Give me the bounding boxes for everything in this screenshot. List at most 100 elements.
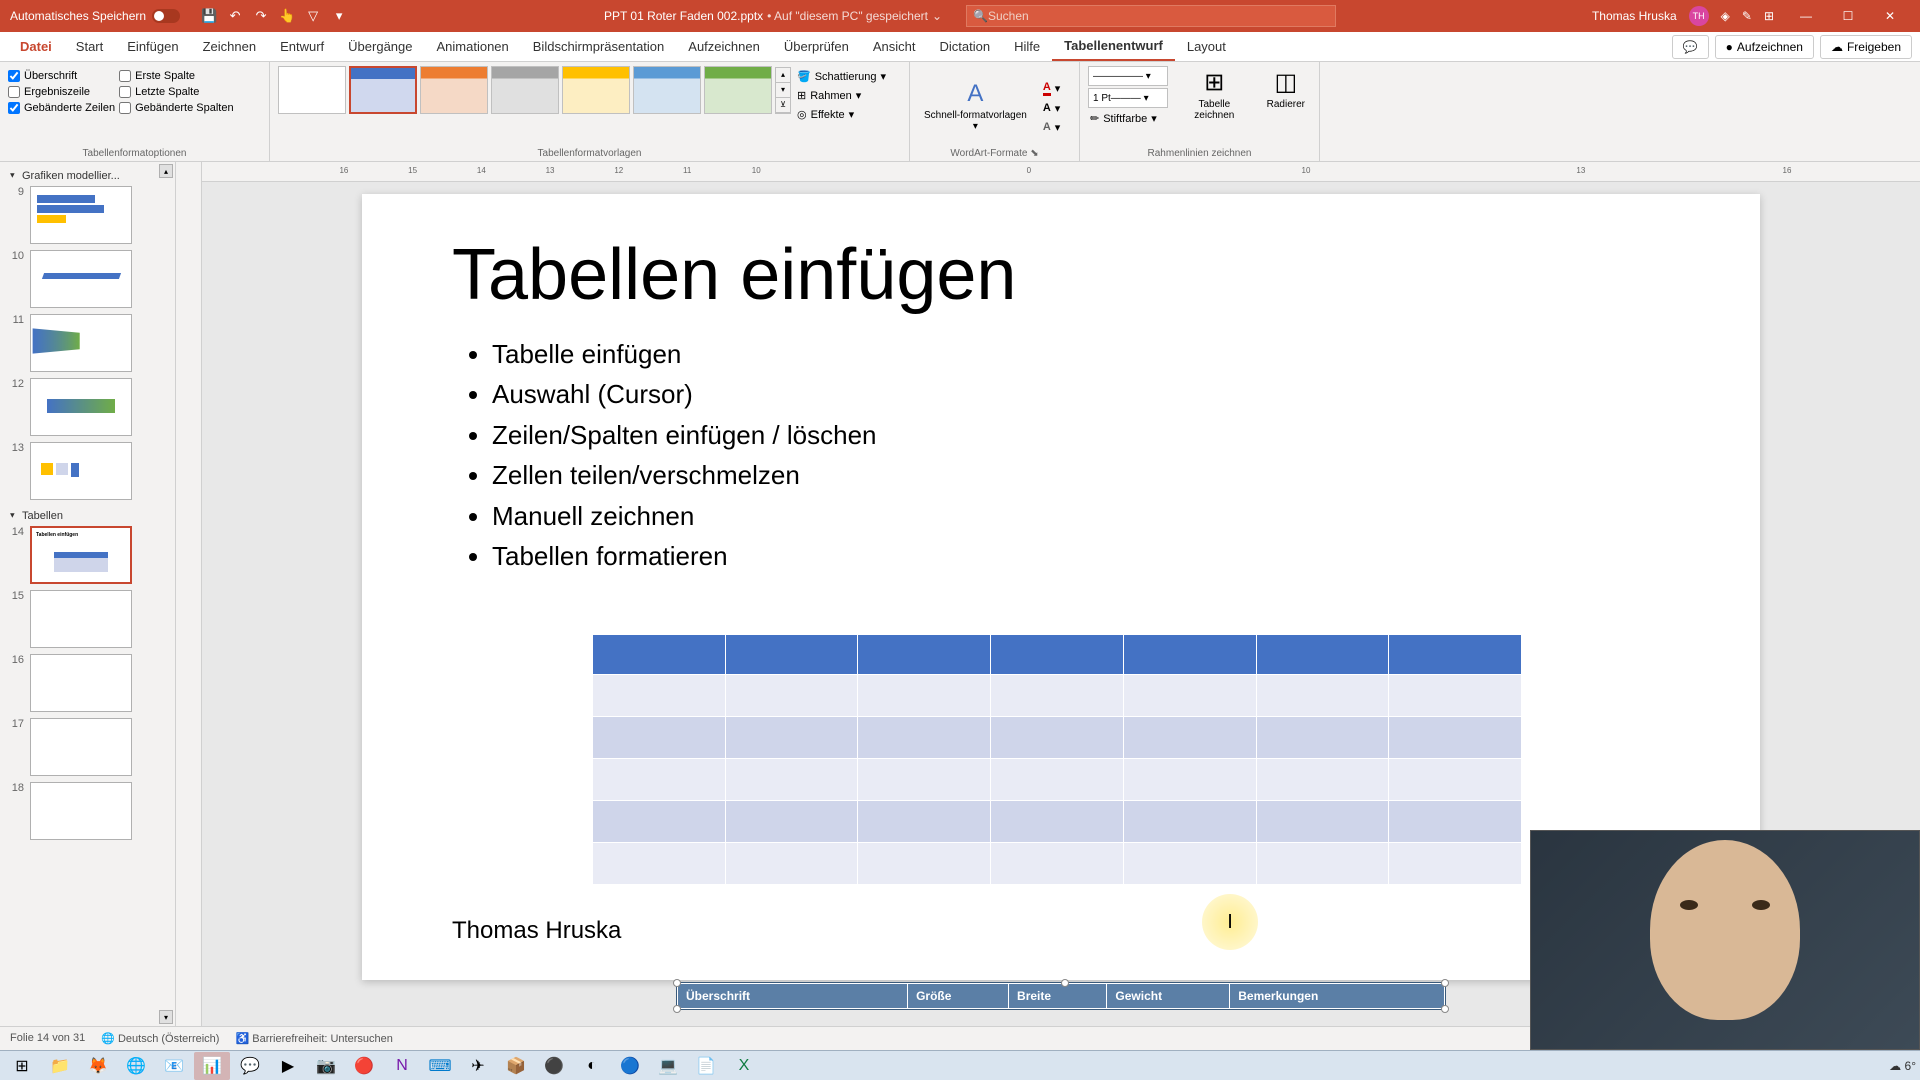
- powerpoint-icon[interactable]: 📊: [194, 1052, 230, 1080]
- pen-color-dropdown[interactable]: ✏ Stiftfarbe ▾: [1088, 110, 1168, 127]
- search-box[interactable]: 🔍: [966, 5, 1336, 27]
- diamond-icon[interactable]: ◈: [1721, 9, 1730, 23]
- draw-table-button[interactable]: ⊞ Tabelle zeichnen: [1172, 66, 1257, 123]
- app-icon-1[interactable]: 💬: [232, 1052, 268, 1080]
- search-input[interactable]: [988, 9, 1329, 23]
- excel-icon[interactable]: X: [726, 1052, 762, 1080]
- gallery-down-icon[interactable]: ▾: [776, 83, 790, 98]
- user-avatar[interactable]: TH: [1689, 6, 1709, 26]
- thumbnail-15[interactable]: [30, 590, 132, 648]
- pen-style-select[interactable]: ————— ▾: [1088, 66, 1168, 86]
- autosave-toggle[interactable]: Automatisches Speichern: [0, 9, 190, 23]
- slide-author[interactable]: Thomas Hruska: [452, 917, 621, 945]
- app-icon-2[interactable]: 📷: [308, 1052, 344, 1080]
- qat-more-icon[interactable]: ▾: [330, 7, 348, 25]
- section-tables[interactable]: Tabellen: [8, 506, 167, 526]
- app-icon-3[interactable]: 🔴: [346, 1052, 382, 1080]
- text-outline-dropdown[interactable]: A ▾: [1041, 100, 1062, 117]
- tab-review[interactable]: Überprüfen: [772, 33, 861, 60]
- comments-button[interactable]: 💬: [1672, 35, 1709, 59]
- thumbnail-10[interactable]: [30, 250, 132, 308]
- quickstyles-button[interactable]: A Schnell-formatvorlagen ▾: [918, 78, 1033, 134]
- check-header-row[interactable]: Überschrift: [8, 70, 115, 82]
- tab-layout[interactable]: Layout: [1175, 33, 1238, 60]
- tab-tabledesign[interactable]: Tabellenentwurf: [1052, 32, 1175, 61]
- slide-bullets[interactable]: Tabelle einfügen Auswahl (Cursor) Zeilen…: [452, 336, 1670, 574]
- app-icon-4[interactable]: 📦: [498, 1052, 534, 1080]
- slide-title[interactable]: Tabellen einfügen: [452, 234, 1670, 316]
- slide-main-table[interactable]: [592, 634, 1522, 885]
- check-first-col[interactable]: Erste Spalte: [119, 70, 233, 82]
- tab-view[interactable]: Ansicht: [861, 33, 928, 60]
- check-banded-rows[interactable]: Gebänderte Zeilen: [8, 102, 115, 114]
- text-fill-dropdown[interactable]: A ▾: [1041, 79, 1062, 98]
- float-header-1[interactable]: Überschrift: [678, 984, 908, 1009]
- tab-start[interactable]: Start: [64, 33, 115, 60]
- table-style-1[interactable]: [278, 66, 346, 114]
- bullet-5[interactable]: Manuell zeichnen: [492, 498, 1670, 534]
- tab-animations[interactable]: Animationen: [424, 33, 520, 60]
- bullet-1[interactable]: Tabelle einfügen: [492, 336, 1670, 372]
- app-icon-6[interactable]: 🔵: [612, 1052, 648, 1080]
- thumbnail-18[interactable]: [30, 782, 132, 840]
- start-button[interactable]: ⊞: [4, 1052, 40, 1080]
- float-header-3[interactable]: Breite: [1009, 984, 1107, 1009]
- thumbnail-17[interactable]: [30, 718, 132, 776]
- obs-icon[interactable]: ⚫: [536, 1052, 572, 1080]
- pen-weight-select[interactable]: 1 Pt ——— ▾: [1088, 88, 1168, 108]
- effects-dropdown[interactable]: ◎ Effekte ▾: [795, 106, 888, 123]
- eraser-button[interactable]: ◫ Radierer: [1261, 66, 1311, 112]
- float-header-2[interactable]: Größe: [908, 984, 1009, 1009]
- vscode-icon[interactable]: ⌨: [422, 1052, 458, 1080]
- app-icon-8[interactable]: 📄: [688, 1052, 724, 1080]
- bullet-4[interactable]: Zellen teilen/verschmelzen: [492, 457, 1670, 493]
- window-layout-icon[interactable]: ⊞: [1764, 9, 1774, 23]
- bullet-3[interactable]: Zeilen/Spalten einfügen / löschen: [492, 417, 1670, 453]
- toggle-switch[interactable]: [152, 9, 180, 23]
- tab-insert[interactable]: Einfügen: [115, 33, 190, 60]
- app-icon-5[interactable]: ◐: [574, 1052, 610, 1080]
- undo-icon[interactable]: ↶: [226, 7, 244, 25]
- vlc-icon[interactable]: ▶: [270, 1052, 306, 1080]
- save-icon[interactable]: 💾: [200, 7, 218, 25]
- table-style-4[interactable]: [491, 66, 559, 114]
- thumbnail-16[interactable]: [30, 654, 132, 712]
- float-header-4[interactable]: Gewicht: [1107, 984, 1230, 1009]
- check-banded-cols[interactable]: Gebänderte Spalten: [119, 102, 233, 114]
- tab-file[interactable]: Datei: [8, 33, 64, 60]
- minimize-button[interactable]: —: [1786, 0, 1826, 32]
- table-style-7[interactable]: [704, 66, 772, 114]
- slide-counter[interactable]: Folie 14 von 31: [10, 1032, 85, 1045]
- bullet-6[interactable]: Tabellen formatieren: [492, 538, 1670, 574]
- table-style-gallery[interactable]: ▴ ▾ ⊻: [278, 66, 791, 114]
- weather-widget[interactable]: ☁ 6°: [1889, 1059, 1916, 1073]
- gallery-up-icon[interactable]: ▴: [776, 68, 790, 83]
- chrome-icon[interactable]: 🌐: [118, 1052, 154, 1080]
- thumb-scroll-down[interactable]: ▾: [159, 1010, 173, 1024]
- tab-record[interactable]: Aufzeichnen: [676, 33, 772, 60]
- firefox-icon[interactable]: 🦊: [80, 1052, 116, 1080]
- table-style-5[interactable]: [562, 66, 630, 114]
- accessibility-checker[interactable]: ♿ Barrierefreiheit: Untersuchen: [235, 1032, 392, 1045]
- table-style-6[interactable]: [633, 66, 701, 114]
- thumbnail-12[interactable]: [30, 378, 132, 436]
- shading-dropdown[interactable]: 🪣 Schattierung ▾: [795, 68, 888, 85]
- redo-icon[interactable]: ↷: [252, 7, 270, 25]
- tab-help[interactable]: Hilfe: [1002, 33, 1052, 60]
- thumbnail-9[interactable]: [30, 186, 132, 244]
- thumbnail-11[interactable]: [30, 314, 132, 372]
- section-graphics[interactable]: Grafiken modellier...: [8, 166, 167, 186]
- telegram-icon[interactable]: ✈: [460, 1052, 496, 1080]
- check-last-col[interactable]: Letzte Spalte: [119, 86, 233, 98]
- float-header-5[interactable]: Bemerkungen: [1230, 984, 1445, 1009]
- table-style-2-selected[interactable]: [349, 66, 417, 114]
- file-explorer-icon[interactable]: 📁: [42, 1052, 78, 1080]
- tab-design[interactable]: Entwurf: [268, 33, 336, 60]
- onenote-icon[interactable]: N: [384, 1052, 420, 1080]
- outlook-icon[interactable]: 📧: [156, 1052, 192, 1080]
- close-button[interactable]: ✕: [1870, 0, 1910, 32]
- language-indicator[interactable]: 🌐 Deutsch (Österreich): [101, 1032, 219, 1045]
- tab-transitions[interactable]: Übergänge: [336, 33, 424, 60]
- check-total-row[interactable]: Ergebniszeile: [8, 86, 115, 98]
- share-button[interactable]: ☁ Freigeben: [1820, 35, 1912, 59]
